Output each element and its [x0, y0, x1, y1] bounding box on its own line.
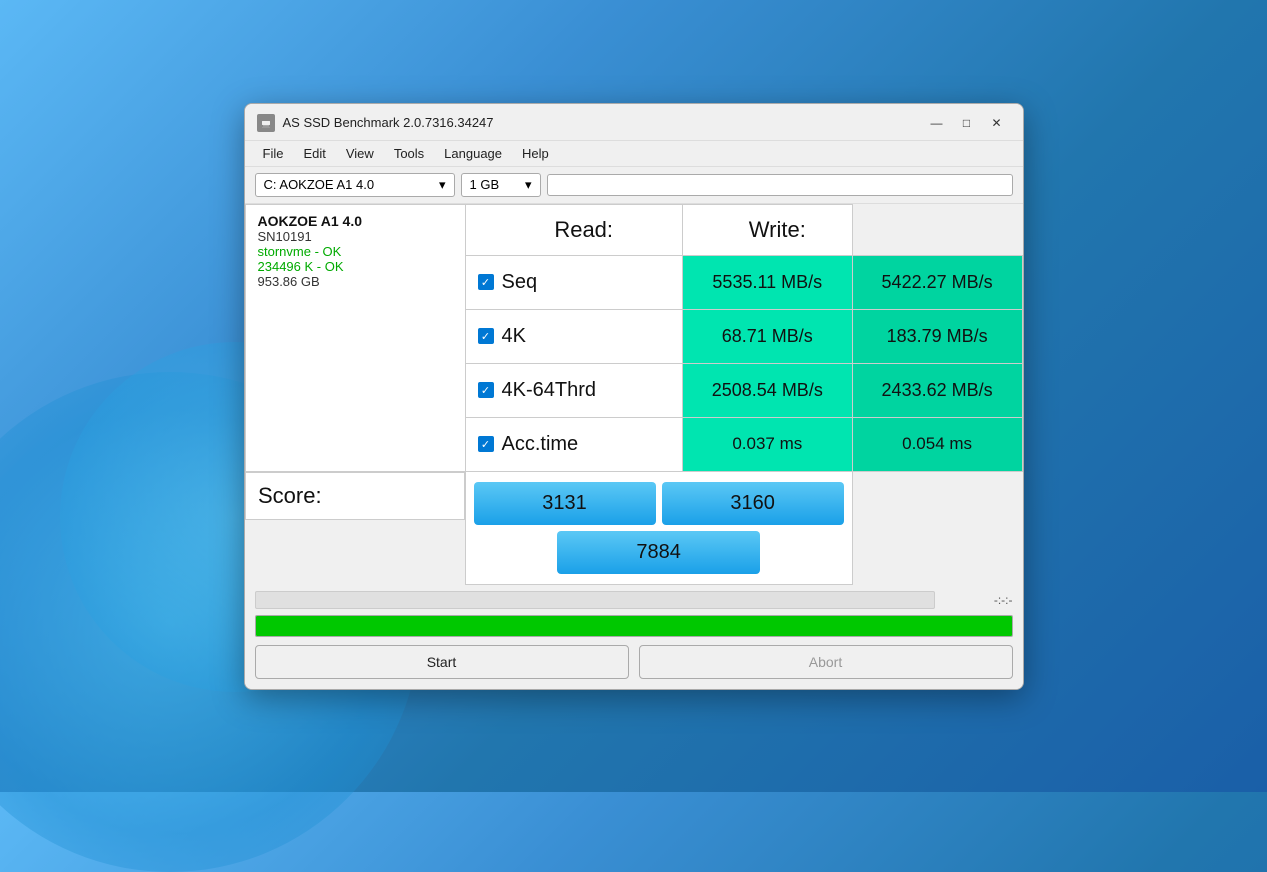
4k-checkbox[interactable]: ✓ [478, 328, 494, 344]
score-read: 3131 [474, 482, 656, 525]
menu-language[interactable]: Language [434, 143, 512, 164]
acctime-label-cell: ✓ Acc.time [465, 417, 682, 471]
4k64thrd-checkbox[interactable]: ✓ [478, 382, 494, 398]
score-total: 7884 [557, 531, 761, 574]
progress-bar [255, 615, 1013, 637]
serial-number: SN10191 [258, 229, 453, 244]
bottom-area: -:-:- Start Abort [245, 585, 1023, 689]
write-header: Write: [682, 204, 852, 255]
info-panel: AOKZOE A1 4.0 SN10191 stornvme - OK 2344… [245, 204, 465, 471]
minimize-button[interactable]: — [923, 112, 951, 134]
main-window: AS SSD Benchmark 2.0.7316.34247 — □ ✕ Fi… [244, 103, 1024, 690]
score-write: 3160 [662, 482, 844, 525]
header-row: AOKZOE A1 4.0 SN10191 stornvme - OK 2344… [245, 204, 1022, 255]
maximize-button[interactable]: □ [953, 112, 981, 134]
4k64thrd-label: 4K-64Thrd [502, 379, 597, 402]
menu-view[interactable]: View [336, 143, 384, 164]
window-title: AS SSD Benchmark 2.0.7316.34247 [283, 115, 923, 130]
progress-row [255, 615, 1013, 637]
window-controls: — □ ✕ [923, 112, 1011, 134]
status-row: -:-:- [255, 591, 1013, 609]
seq-checkbox[interactable]: ✓ [478, 274, 494, 290]
score-row: Score: 3131 3160 7884 [245, 471, 1022, 584]
menu-bar: File Edit View Tools Language Help [245, 141, 1023, 167]
4k64thrd-label-cell: ✓ 4K-64Thrd [465, 363, 682, 417]
menu-tools[interactable]: Tools [384, 143, 434, 164]
seq-label-cell: ✓ Seq [465, 255, 682, 309]
size-arrow-icon: ▾ [525, 177, 532, 193]
score-results-cell: 3131 3160 7884 [465, 471, 852, 584]
driver-status: stornvme - OK [258, 244, 453, 259]
4k64thrd-read-result: 2508.54 MB/s [682, 363, 852, 417]
device-name: AOKZOE A1 4.0 [258, 213, 453, 229]
start-button[interactable]: Start [255, 645, 629, 679]
toolbar: C: AOKZOE A1 4.0 ▾ 1 GB ▾ [245, 167, 1023, 204]
size-label: 1 GB [470, 177, 500, 192]
seq-label: Seq [502, 271, 538, 294]
title-bar: AS SSD Benchmark 2.0.7316.34247 — □ ✕ [245, 104, 1023, 141]
button-row: Start Abort [255, 645, 1013, 683]
abort-button[interactable]: Abort [639, 645, 1013, 679]
size-status: 234496 K - OK [258, 259, 453, 274]
acctime-write-result: 0.054 ms [852, 417, 1022, 471]
size-selector[interactable]: 1 GB ▾ [461, 173, 541, 197]
capacity: 953.86 GB [258, 274, 453, 289]
menu-file[interactable]: File [253, 143, 294, 164]
drive-arrow-icon: ▾ [439, 177, 446, 193]
menu-edit[interactable]: Edit [293, 143, 335, 164]
seq-write-result: 5422.27 MB/s [852, 255, 1022, 309]
score-label: Score: [245, 472, 465, 520]
4k-write-result: 183.79 MB/s [852, 309, 1022, 363]
4k64thrd-write-result: 2433.62 MB/s [852, 363, 1022, 417]
4k-label: 4K [502, 325, 526, 348]
benchmark-table: AOKZOE A1 4.0 SN10191 stornvme - OK 2344… [245, 204, 1023, 585]
app-icon [257, 114, 275, 132]
menu-help[interactable]: Help [512, 143, 559, 164]
status-time: -:-:- [943, 593, 1013, 607]
drive-selector[interactable]: C: AOKZOE A1 4.0 ▾ [255, 173, 455, 197]
toolbar-spacer [547, 174, 1013, 196]
seq-read-result: 5535.11 MB/s [682, 255, 852, 309]
acctime-read-result: 0.037 ms [682, 417, 852, 471]
acctime-checkbox[interactable]: ✓ [478, 436, 494, 452]
close-button[interactable]: ✕ [983, 112, 1011, 134]
4k-label-cell: ✓ 4K [465, 309, 682, 363]
4k-read-result: 68.71 MB/s [682, 309, 852, 363]
progress-bar-fill [256, 616, 1012, 636]
status-bar [255, 591, 935, 609]
acctime-label: Acc.time [502, 433, 579, 456]
read-header: Read: [465, 204, 682, 255]
drive-label: C: AOKZOE A1 4.0 [264, 177, 375, 192]
